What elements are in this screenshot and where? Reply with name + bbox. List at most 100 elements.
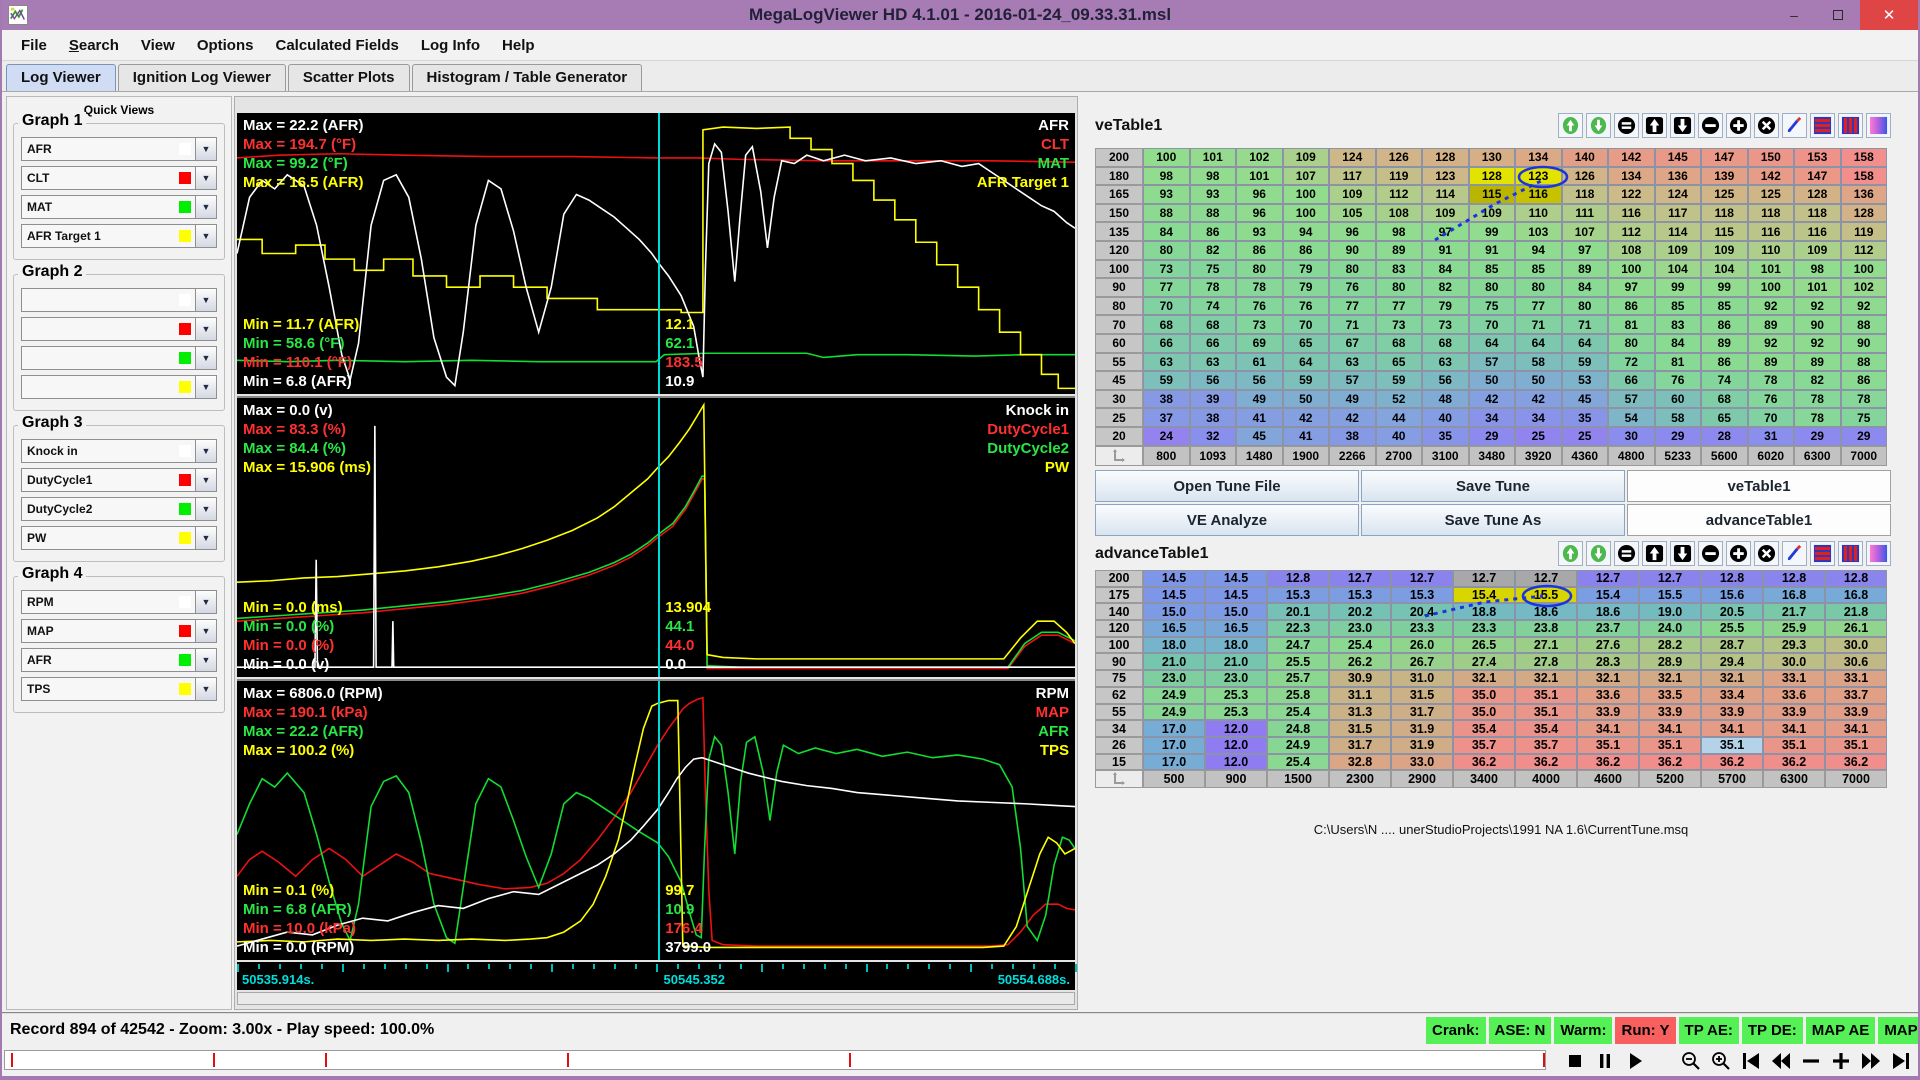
table-cell[interactable]: 97 bbox=[1608, 278, 1655, 297]
table-cell[interactable]: 25.5 bbox=[1701, 620, 1763, 637]
table-cell[interactable]: 140 bbox=[1562, 148, 1609, 167]
table-cell[interactable]: 12.7 bbox=[1515, 570, 1577, 587]
ve-table-tab[interactable]: veTable1 bbox=[1627, 470, 1891, 502]
table-cell[interactable]: 76 bbox=[1283, 297, 1330, 316]
interpolate-columns-icon[interactable] bbox=[1838, 113, 1863, 138]
table-cell[interactable]: 12.7 bbox=[1329, 570, 1391, 587]
table-cell[interactable]: 29 bbox=[1841, 427, 1888, 446]
table-cell[interactable]: 92 bbox=[1794, 334, 1841, 353]
shift-down-icon[interactable] bbox=[1670, 113, 1695, 138]
heatmap-toggle-icon[interactable] bbox=[1866, 113, 1891, 138]
table-cell[interactable]: 101 bbox=[1794, 278, 1841, 297]
table-cell[interactable]: 31.7 bbox=[1391, 704, 1453, 721]
table-cell[interactable]: 85 bbox=[1469, 260, 1516, 279]
field-select-afr[interactable]: AFR bbox=[21, 648, 196, 672]
chevron-down-icon[interactable]: ▼ bbox=[196, 619, 217, 643]
field-select-empty[interactable] bbox=[21, 375, 196, 399]
table-cell[interactable]: 35 bbox=[1562, 408, 1609, 427]
table-cell[interactable]: 35 bbox=[1422, 427, 1469, 446]
table-cell[interactable]: 40 bbox=[1376, 427, 1423, 446]
table-cell[interactable]: 99 bbox=[1655, 278, 1702, 297]
table-cell[interactable]: 83 bbox=[1376, 260, 1423, 279]
table-cell[interactable]: 15.3 bbox=[1267, 587, 1329, 604]
table-cell[interactable]: 20.4 bbox=[1391, 603, 1453, 620]
table-cell[interactable]: 103 bbox=[1515, 222, 1562, 241]
table-cell[interactable]: 21.7 bbox=[1763, 603, 1825, 620]
field-select-afr-target-1[interactable]: AFR Target 1 bbox=[21, 224, 196, 248]
table-cell[interactable]: 97 bbox=[1562, 241, 1609, 260]
table-cell[interactable]: 50 bbox=[1283, 390, 1330, 409]
table-cell[interactable]: 25.3 bbox=[1205, 704, 1267, 721]
table-cell[interactable]: 102 bbox=[1841, 278, 1888, 297]
table-cell[interactable]: 116 bbox=[1748, 222, 1795, 241]
table-cell[interactable]: 15.5 bbox=[1515, 587, 1577, 604]
table-cell[interactable]: 158 bbox=[1841, 148, 1888, 167]
chevron-down-icon[interactable]: ▼ bbox=[196, 137, 217, 161]
set-equal-icon[interactable] bbox=[1614, 541, 1639, 566]
table-cell[interactable]: 12.8 bbox=[1825, 570, 1887, 587]
table-cell[interactable]: 109 bbox=[1469, 204, 1516, 223]
table-cell[interactable]: 59 bbox=[1562, 353, 1609, 372]
table-cell[interactable]: 98 bbox=[1143, 167, 1190, 186]
table-cell[interactable]: 12.8 bbox=[1763, 570, 1825, 587]
table-cell[interactable]: 75 bbox=[1469, 297, 1516, 316]
table-cell[interactable]: 96 bbox=[1329, 222, 1376, 241]
table-cell[interactable]: 30.0 bbox=[1763, 653, 1825, 670]
table-cell[interactable]: 83 bbox=[1655, 315, 1702, 334]
zoom-out-button[interactable] bbox=[1676, 1047, 1706, 1074]
table-cell[interactable]: 86 bbox=[1190, 222, 1237, 241]
table-cell[interactable]: 112 bbox=[1376, 185, 1423, 204]
table-cell[interactable]: 25.4 bbox=[1267, 704, 1329, 721]
table-cell[interactable]: 35.1 bbox=[1515, 687, 1577, 704]
table-cell[interactable]: 49 bbox=[1236, 390, 1283, 409]
table-cell[interactable]: 42 bbox=[1283, 408, 1330, 427]
tab-scatter-plots[interactable]: Scatter Plots bbox=[288, 64, 410, 91]
chevron-down-icon[interactable]: ▼ bbox=[196, 195, 217, 219]
table-cell[interactable]: 15.6 bbox=[1701, 587, 1763, 604]
table-cell[interactable]: 79 bbox=[1283, 260, 1330, 279]
table-cell[interactable]: 26.0 bbox=[1391, 637, 1453, 654]
table-cell[interactable]: 15.4 bbox=[1453, 587, 1515, 604]
table-cell[interactable]: 56 bbox=[1422, 371, 1469, 390]
table-cell[interactable]: 32.1 bbox=[1577, 670, 1639, 687]
table-cell[interactable]: 31 bbox=[1748, 427, 1795, 446]
table-cell[interactable]: 32.1 bbox=[1701, 670, 1763, 687]
table-cell[interactable]: 35.1 bbox=[1515, 704, 1577, 721]
chevron-down-icon[interactable]: ▼ bbox=[196, 288, 217, 312]
table-cell[interactable]: 79 bbox=[1283, 278, 1330, 297]
table-cell[interactable]: 107 bbox=[1562, 222, 1609, 241]
table-cell[interactable]: 16.8 bbox=[1763, 587, 1825, 604]
table-cell[interactable]: 71 bbox=[1515, 315, 1562, 334]
table-cell[interactable]: 73 bbox=[1376, 315, 1423, 334]
table-cell[interactable]: 27.8 bbox=[1515, 653, 1577, 670]
table-cell[interactable]: 25 bbox=[1562, 427, 1609, 446]
table-cell[interactable]: 100 bbox=[1143, 148, 1190, 167]
table-cell[interactable]: 96 bbox=[1236, 185, 1283, 204]
table-cell[interactable]: 33.6 bbox=[1763, 687, 1825, 704]
table-cell[interactable]: 52 bbox=[1376, 390, 1423, 409]
timeline-strip[interactable]: 50535.914s. 50545.352 50554.688s. bbox=[237, 962, 1075, 990]
table-cell[interactable]: 158 bbox=[1841, 167, 1888, 186]
chevron-down-icon[interactable]: ▼ bbox=[196, 439, 217, 463]
table-cell[interactable]: 136 bbox=[1841, 185, 1888, 204]
table-cell[interactable]: 25 bbox=[1515, 427, 1562, 446]
table-cell[interactable]: 33.9 bbox=[1639, 704, 1701, 721]
table-cell[interactable]: 126 bbox=[1562, 167, 1609, 186]
table-cell[interactable]: 88 bbox=[1841, 353, 1888, 372]
table-cell[interactable]: 24.7 bbox=[1267, 637, 1329, 654]
table-cell[interactable]: 25.4 bbox=[1267, 754, 1329, 771]
table-cell[interactable]: 73 bbox=[1236, 315, 1283, 334]
table-cell[interactable]: 35.4 bbox=[1453, 720, 1515, 737]
table-cell[interactable]: 86 bbox=[1283, 241, 1330, 260]
table-cell[interactable]: 49 bbox=[1329, 390, 1376, 409]
table-cell[interactable]: 33.0 bbox=[1391, 754, 1453, 771]
table-cell[interactable]: 29.4 bbox=[1701, 653, 1763, 670]
table-cell[interactable]: 119 bbox=[1376, 167, 1423, 186]
table-cell[interactable]: 82 bbox=[1794, 371, 1841, 390]
table-cell[interactable]: 14.5 bbox=[1143, 587, 1205, 604]
advance-table-tab[interactable]: advanceTable1 bbox=[1627, 504, 1891, 536]
table-cell[interactable]: 72 bbox=[1608, 353, 1655, 372]
field-select-tps[interactable]: TPS bbox=[21, 677, 196, 701]
table-cell[interactable]: 80 bbox=[1562, 297, 1609, 316]
table-cell[interactable]: 118 bbox=[1794, 204, 1841, 223]
